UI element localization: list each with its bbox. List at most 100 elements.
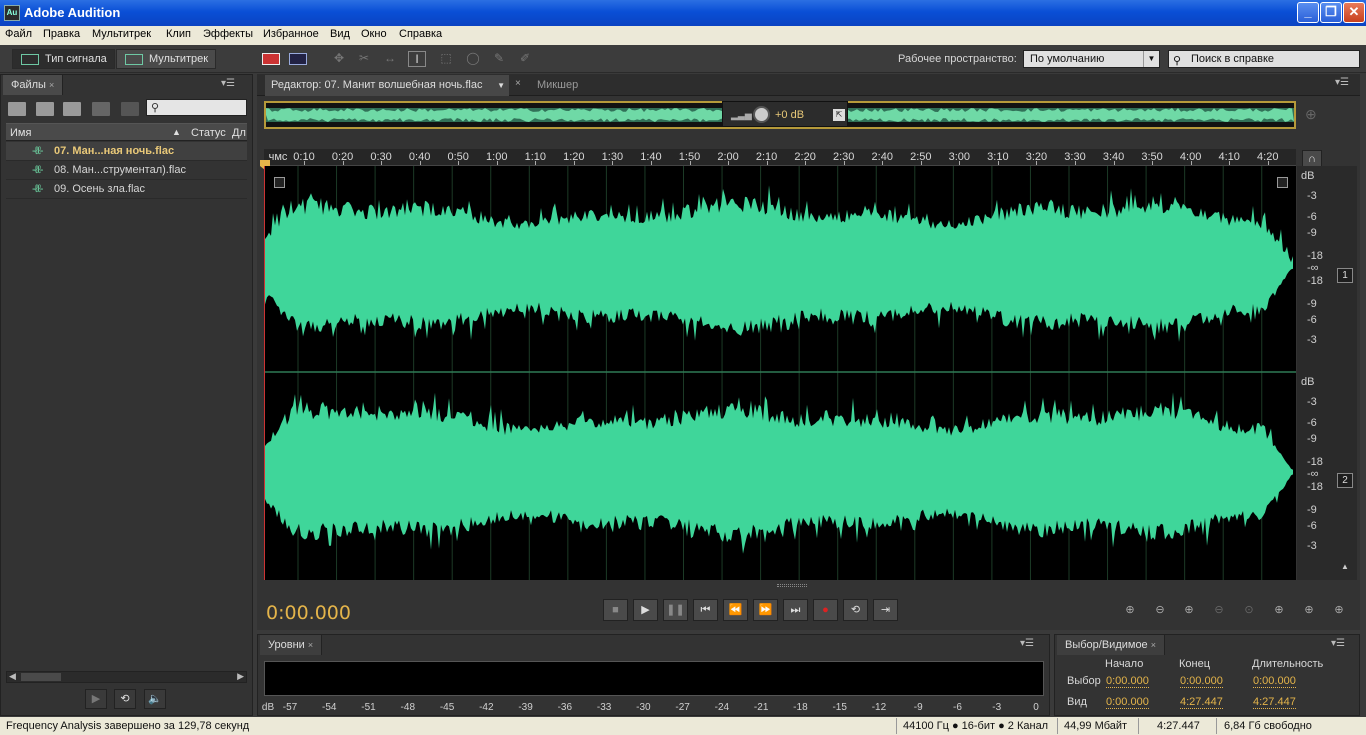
move-tool-icon[interactable]: ✥ (330, 51, 348, 67)
tab-editor[interactable]: Редактор: 07. Манит волшебная ночь.flac … (265, 75, 509, 96)
file-row[interactable]: -ℓℓ- 07. Ман...ная ночь.flac (6, 142, 247, 161)
current-time[interactable]: 0:00.000 (266, 602, 351, 624)
workspace-select[interactable]: По умолчанию ▼ (1023, 50, 1160, 68)
ruler-tick-line (728, 161, 730, 165)
time-ruler[interactable]: чмс 0:10 0:20 0:30 0:40 0:50 1:00 1:10 1:20 1:30… (264, 149, 1296, 166)
tab-mixer[interactable]: Микшер (531, 75, 584, 96)
close-button[interactable]: ✕ (1343, 2, 1365, 23)
go-to-start-button[interactable]: ⏮ (693, 599, 718, 621)
rewind-button[interactable]: ⏪ (723, 599, 748, 621)
waveform-mode-button[interactable]: Тип сигнала (12, 49, 115, 69)
menu-view[interactable]: Вид (330, 28, 350, 40)
zoom-selection-icon[interactable]: ⊕ (1329, 603, 1349, 619)
lasso-tool-icon[interactable]: ◯ (464, 51, 482, 67)
menu-effects[interactable]: Эффекты (203, 28, 253, 40)
zoom-in-right-icon[interactable]: ⊕ (1299, 603, 1319, 619)
status-duration: 4:27.447 (1157, 720, 1200, 732)
close-tab-icon[interactable]: × (49, 80, 54, 90)
menu-clip[interactable]: Клип (166, 28, 191, 40)
scroll-thumb[interactable] (21, 673, 61, 681)
close-tab-icon[interactable]: × (308, 640, 313, 650)
menu-favorites[interactable]: Избранное (263, 28, 319, 40)
chevron-down-icon[interactable]: ▼ (497, 75, 505, 96)
fast-forward-button[interactable]: ⏩ (753, 599, 778, 621)
multitrack-mode-button[interactable]: Мультитрек (116, 49, 216, 69)
play-button[interactable]: ▶ (633, 599, 658, 621)
zoom-navigator-icon[interactable]: ⊕ (1305, 106, 1317, 123)
channel-1-label[interactable]: 1 (1337, 268, 1353, 283)
time-selection-tool-icon[interactable]: I (408, 51, 426, 67)
selection-end-field[interactable]: 0:00.000 (1180, 675, 1223, 688)
menu-help[interactable]: Справка (399, 28, 442, 40)
zoom-out-time-icon[interactable]: ⊖ (1209, 603, 1229, 619)
spectral-pitch-icon[interactable] (289, 53, 307, 65)
new-file-icon[interactable] (63, 102, 81, 116)
view-end-field[interactable]: 4:27.447 (1180, 696, 1223, 709)
column-status[interactable]: Статус (191, 127, 226, 139)
panel-menu-icon[interactable]: ▾☰ (1335, 77, 1349, 88)
panel-menu-icon[interactable]: ▾☰ (1331, 638, 1345, 649)
files-horizontal-scrollbar[interactable]: ◀ ▶ (6, 671, 247, 683)
zoom-in-time-icon[interactable]: ⊕ (1179, 603, 1199, 619)
close-tab-icon[interactable]: × (1151, 640, 1156, 650)
zoom-out-amplitude-icon[interactable]: ⊖ (1150, 603, 1170, 619)
selection-view-tab[interactable]: Выбор/Видимое × (1057, 635, 1166, 655)
menu-file[interactable]: Файл (5, 28, 32, 40)
fade-in-handle-icon[interactable] (274, 177, 285, 188)
column-name[interactable]: Имя (10, 127, 31, 139)
zoom-out-full-icon[interactable]: ⊙ (1239, 603, 1259, 619)
insert-in-multitrack-icon[interactable] (92, 102, 110, 116)
fade-out-handle-icon[interactable] (1277, 177, 1288, 188)
ruler-tick-line (689, 161, 691, 165)
scroll-right-icon[interactable]: ▶ (237, 671, 244, 682)
resize-grip[interactable] (777, 584, 807, 587)
record-button[interactable]: ● (813, 599, 838, 621)
file-search-input[interactable]: ⚲ (146, 99, 247, 116)
file-row[interactable]: -ℓℓ- 08. Ман...струментал).flac (6, 161, 247, 180)
panel-menu-icon[interactable]: ▾☰ (221, 78, 235, 89)
stop-button[interactable]: ■ (603, 599, 628, 621)
gain-knob[interactable] (753, 106, 770, 123)
loop-playback-button[interactable]: ⟲ (843, 599, 868, 621)
scroll-up-icon[interactable]: ▲ (1341, 562, 1349, 571)
open-file-icon[interactable] (8, 102, 26, 116)
auto-play-icon[interactable]: 🔈 (144, 689, 166, 709)
preview-play-icon[interactable]: ▶ (85, 689, 107, 709)
spot-healing-tool-icon[interactable]: ✐ (516, 51, 534, 67)
menu-edit[interactable]: Правка (43, 28, 80, 40)
files-tab[interactable]: Файлы × (3, 75, 64, 95)
pause-button[interactable]: ❚❚ (663, 599, 688, 621)
brush-tool-icon[interactable]: ✎ (490, 51, 508, 67)
panel-menu-icon[interactable]: ▾☰ (1020, 638, 1034, 649)
title-bar: Au Adobe Audition _ ❐ ✕ (0, 0, 1366, 26)
zoom-in-amplitude-icon[interactable]: ⊕ (1120, 603, 1140, 619)
maximize-button[interactable]: ❐ (1320, 2, 1342, 23)
minimize-button[interactable]: _ (1297, 2, 1319, 23)
pin-hud-icon[interactable]: ⇱ (833, 109, 845, 121)
column-duration[interactable]: Дл (232, 127, 246, 139)
level-meter (264, 661, 1044, 696)
menu-multitrack[interactable]: Мультитрек (92, 28, 151, 40)
levels-tab[interactable]: Уровни × (260, 635, 323, 655)
marquee-tool-icon[interactable]: ⬚ (437, 51, 455, 67)
go-to-end-button[interactable]: ⏭ (783, 599, 808, 621)
view-duration-field[interactable]: 4:27.447 (1253, 696, 1296, 709)
close-tab-icon[interactable]: × (515, 78, 521, 89)
razor-tool-icon[interactable]: ✂ (355, 51, 373, 67)
scroll-left-icon[interactable]: ◀ (9, 671, 16, 682)
slip-tool-icon[interactable]: ↔ (381, 51, 399, 67)
import-file-icon[interactable] (36, 102, 54, 116)
spectral-display-icon[interactable] (262, 53, 280, 65)
zoom-in-left-icon[interactable]: ⊕ (1269, 603, 1289, 619)
preview-loop-icon[interactable]: ⟲ (114, 689, 136, 709)
selection-duration-field[interactable]: 0:00.000 (1253, 675, 1296, 688)
view-start-field[interactable]: 0:00.000 (1106, 696, 1149, 709)
waveform-display[interactable] (264, 166, 1296, 580)
skip-selection-button[interactable]: ⇥ (873, 599, 898, 621)
trash-icon[interactable] (121, 102, 139, 116)
selection-start-field[interactable]: 0:00.000 (1106, 675, 1149, 688)
help-search-input[interactable]: ⚲ Поиск в справке (1168, 50, 1360, 68)
file-row[interactable]: -ℓℓ- 09. Осень зла.flac (6, 180, 247, 199)
menu-window[interactable]: Окно (361, 28, 387, 40)
channel-2-label[interactable]: 2 (1337, 473, 1353, 488)
